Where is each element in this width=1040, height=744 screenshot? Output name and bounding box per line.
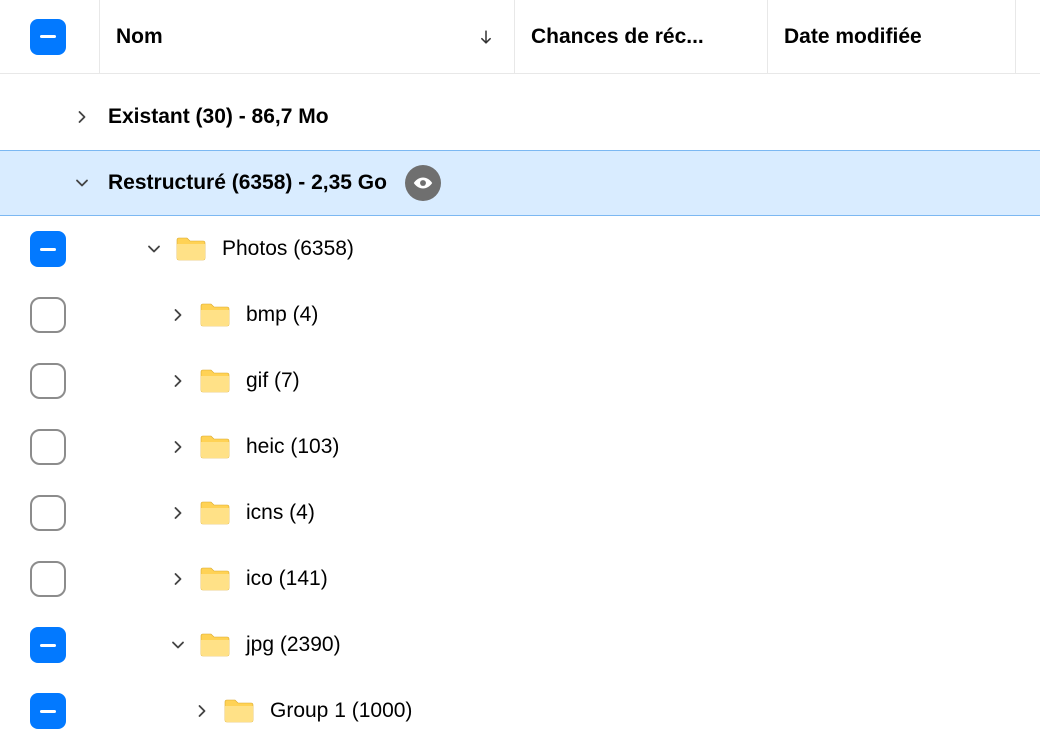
ico-checkbox[interactable] <box>28 561 68 597</box>
tree-row-bmp[interactable]: bmp (4) <box>0 282 1040 348</box>
folder-icon <box>200 567 230 591</box>
gif-label: gif (7) <box>246 369 300 393</box>
chevron-down-icon <box>72 173 92 193</box>
chevron-down-icon <box>168 635 188 655</box>
column-name-label: Nom <box>116 25 163 49</box>
chevron-right-icon <box>168 305 188 325</box>
chevron-right-icon <box>192 701 212 721</box>
file-tree: Existant (30) - 86,7 Mo Restructuré (635… <box>0 74 1040 744</box>
collapse-photos[interactable] <box>140 239 168 259</box>
expand-existing[interactable] <box>68 107 96 127</box>
column-header-name[interactable]: Nom <box>100 0 515 73</box>
column-header-row: Nom Chances de réc... Date modifiée <box>0 0 1040 74</box>
column-header-chance[interactable]: Chances de réc... <box>515 0 768 73</box>
group1-label: Group 1 (1000) <box>270 699 412 723</box>
tree-row-jpg[interactable]: jpg (2390) <box>0 612 1040 678</box>
tree-row-existing[interactable]: Existant (30) - 86,7 Mo <box>0 84 1040 150</box>
folder-icon <box>200 501 230 525</box>
heic-checkbox[interactable] <box>28 429 68 465</box>
expand-group1[interactable] <box>188 701 216 721</box>
tree-row-group1[interactable]: Group 1 (1000) <box>0 678 1040 744</box>
jpg-checkbox[interactable] <box>28 627 68 663</box>
preview-button[interactable] <box>405 165 441 201</box>
folder-icon <box>200 369 230 393</box>
tree-row-restructured[interactable]: Restructuré (6358) - 2,35 Go <box>0 150 1040 216</box>
chevron-right-icon <box>168 371 188 391</box>
expand-heic[interactable] <box>164 437 192 457</box>
tree-row-icns[interactable]: icns (4) <box>0 480 1040 546</box>
eye-icon <box>412 172 434 194</box>
bmp-label: bmp (4) <box>246 303 318 327</box>
expand-ico[interactable] <box>164 569 192 589</box>
column-date-label: Date modifiée <box>784 25 922 49</box>
chevron-down-icon <box>144 239 164 259</box>
icns-label: icns (4) <box>246 501 315 525</box>
folder-icon <box>176 237 206 261</box>
folder-icon <box>224 699 254 723</box>
select-all-checkbox[interactable] <box>30 19 66 55</box>
expand-bmp[interactable] <box>164 305 192 325</box>
tree-row-photos[interactable]: Photos (6358) <box>0 216 1040 282</box>
icns-checkbox[interactable] <box>28 495 68 531</box>
chevron-right-icon <box>168 437 188 457</box>
column-chance-label: Chances de réc... <box>531 25 704 49</box>
photos-checkbox[interactable] <box>28 231 68 267</box>
jpg-label: jpg (2390) <box>246 633 341 657</box>
chevron-right-icon <box>72 107 92 127</box>
restructured-label: Restructuré (6358) - 2,35 Go <box>108 171 387 195</box>
ico-label: ico (141) <box>246 567 328 591</box>
collapse-jpg[interactable] <box>164 635 192 655</box>
chevron-right-icon <box>168 503 188 523</box>
expand-icns[interactable] <box>164 503 192 523</box>
expand-gif[interactable] <box>164 371 192 391</box>
column-header-date[interactable]: Date modifiée <box>768 0 1016 73</box>
heic-label: heic (103) <box>246 435 339 459</box>
collapse-restructured[interactable] <box>68 173 96 193</box>
existing-label: Existant (30) - 86,7 Mo <box>108 105 329 129</box>
chevron-right-icon <box>168 569 188 589</box>
tree-row-ico[interactable]: ico (141) <box>0 546 1040 612</box>
folder-icon <box>200 435 230 459</box>
bmp-checkbox[interactable] <box>28 297 68 333</box>
tree-row-heic[interactable]: heic (103) <box>0 414 1040 480</box>
tree-row-gif[interactable]: gif (7) <box>0 348 1040 414</box>
sort-arrow-down-icon <box>476 27 496 47</box>
folder-icon <box>200 633 230 657</box>
photos-label: Photos (6358) <box>222 237 354 261</box>
folder-icon <box>200 303 230 327</box>
gif-checkbox[interactable] <box>28 363 68 399</box>
header-checkbox-cell <box>8 0 100 73</box>
